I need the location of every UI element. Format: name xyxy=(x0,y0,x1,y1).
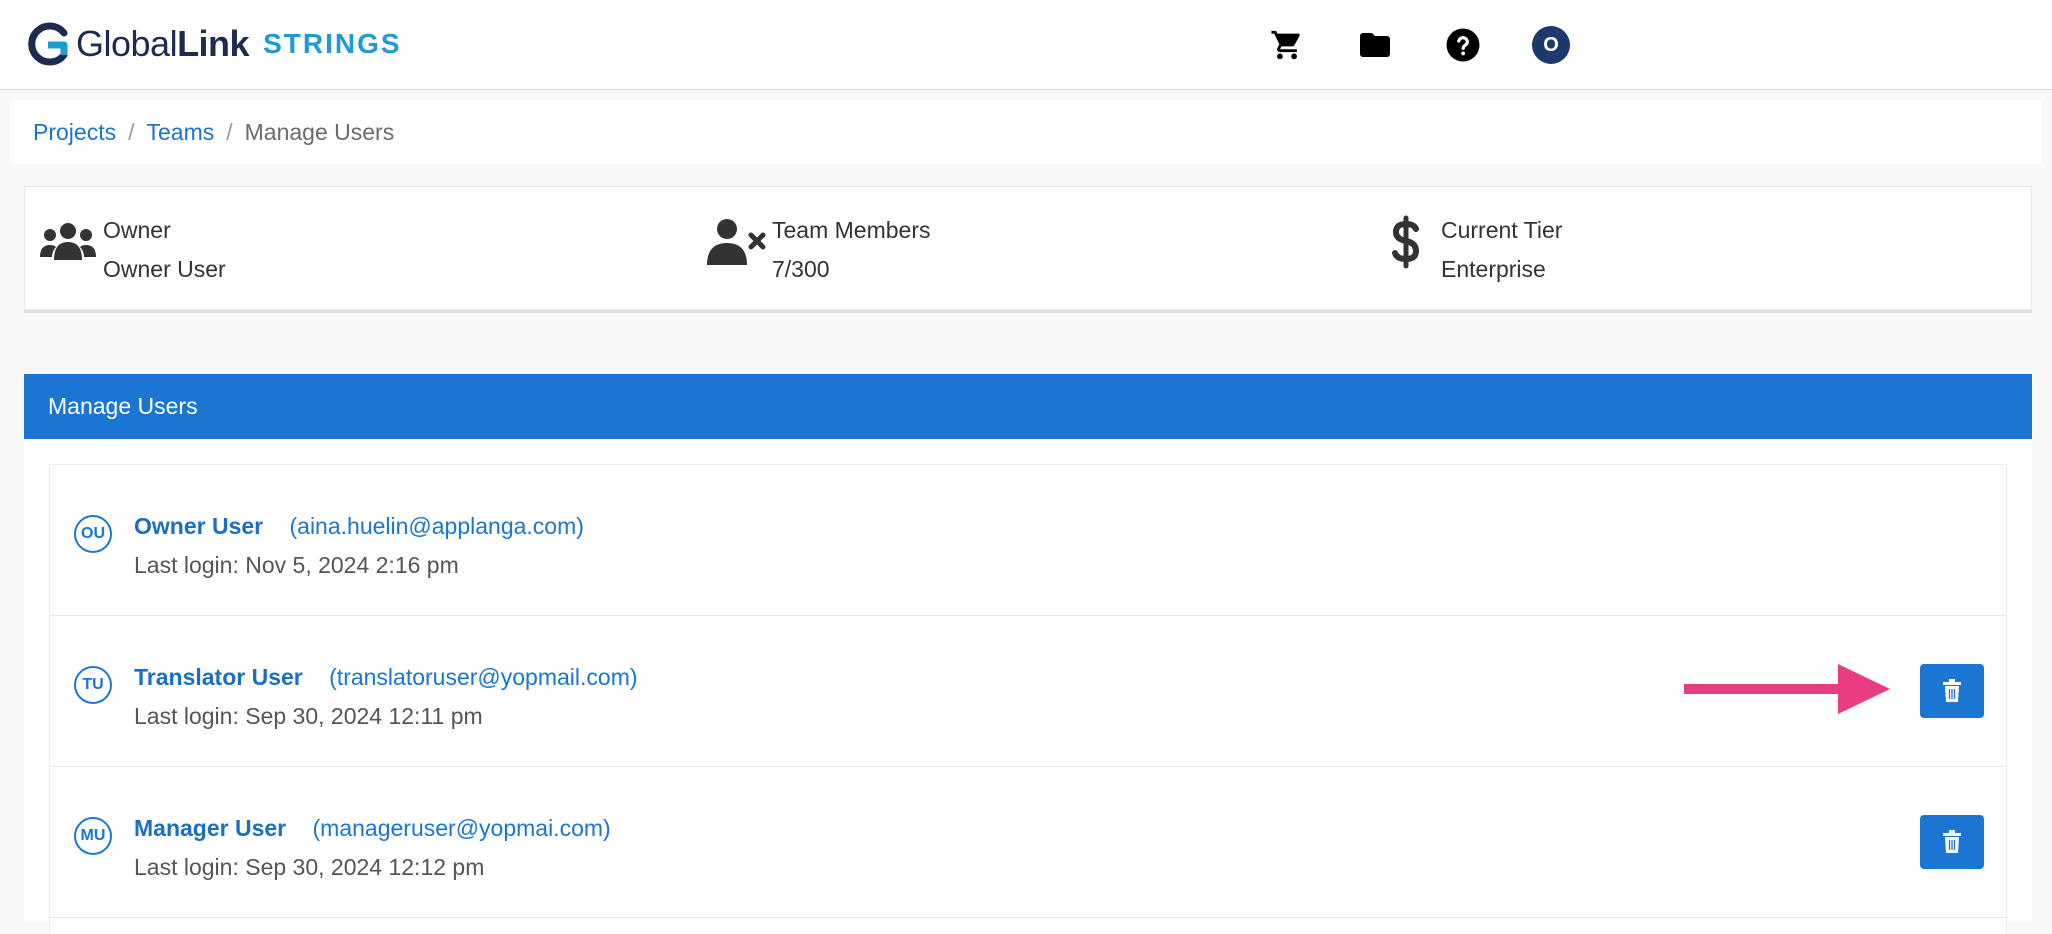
user-email: (aina.huelin@applanga.com) xyxy=(289,513,584,539)
breadcrumb-projects[interactable]: Projects xyxy=(33,119,116,146)
user-last-login: Last login: Sep 30, 2024 12:11 pm xyxy=(134,703,483,729)
owner-value: Owner User xyxy=(103,256,226,282)
team-members-value: 7/300 xyxy=(772,256,830,282)
team-info-bar: Owner Owner User Team Members 7/300 Curr… xyxy=(24,186,2032,310)
current-tier-info: Current Tier Enterprise xyxy=(1375,211,1562,289)
breadcrumb-separator: / xyxy=(226,118,233,145)
breadcrumb: Projects / Teams / Manage Users xyxy=(10,100,2042,164)
user-name: Owner User xyxy=(134,513,264,539)
user-name: Manager User xyxy=(134,815,287,841)
breadcrumb-current: Manage Users xyxy=(244,118,395,145)
delete-user-button[interactable] xyxy=(1920,664,1984,718)
user-name: Translator User xyxy=(134,664,303,690)
trash-icon xyxy=(1943,830,1961,853)
owner-info: Owner Owner User xyxy=(37,211,226,289)
dollar-icon xyxy=(1375,211,1437,273)
user-initials-avatar: TU xyxy=(74,666,112,704)
panel-title: Manage Users xyxy=(48,393,198,419)
current-tier-label: Current Tier xyxy=(1441,217,1563,243)
user-last-login: Last login: Sep 30, 2024 12:12 pm xyxy=(134,854,485,880)
cart-icon xyxy=(1271,30,1300,60)
cart-button[interactable] xyxy=(1264,22,1310,68)
user-initials-avatar: MU xyxy=(74,817,112,855)
user-email: (manageruser@yopmai.com) xyxy=(312,815,611,841)
user-remove-icon xyxy=(706,211,768,273)
user-row-owner: OU Owner User (aina.huelin@applanga.com)… xyxy=(50,465,2006,616)
folder-button[interactable] xyxy=(1352,22,1398,68)
annotation-arrow-icon xyxy=(1684,664,1890,714)
user-row-manager: MU Manager User (manageruser@yopmai.com)… xyxy=(50,767,2006,918)
current-tier-value: Enterprise xyxy=(1441,256,1546,282)
folder-icon xyxy=(1360,33,1390,57)
user-menu-button[interactable]: O xyxy=(1528,22,1574,68)
user-avatar: O xyxy=(1532,26,1570,64)
product-name: STRINGS xyxy=(263,28,402,59)
trash-icon xyxy=(1943,679,1961,702)
brand-name-bold: Link xyxy=(177,23,250,64)
globallink-logo-mark-icon xyxy=(28,22,68,66)
delete-user-button[interactable] xyxy=(1920,815,1984,869)
owner-label: Owner xyxy=(103,217,171,243)
breadcrumb-separator: / xyxy=(128,118,135,145)
globallink-logo[interactable]: GlobalLink STRINGS xyxy=(24,20,402,68)
users-icon xyxy=(37,211,99,273)
help-button[interactable] xyxy=(1440,22,1486,68)
manage-users-header: Manage Users xyxy=(24,374,2032,439)
top-navbar: GlobalLink STRINGS O xyxy=(0,0,2052,90)
user-last-login: Last login: Nov 5, 2024 2:16 pm xyxy=(134,552,459,578)
team-members-info: Team Members 7/300 xyxy=(706,211,930,289)
user-email: (translatoruser@yopmail.com) xyxy=(329,664,638,690)
team-members-label: Team Members xyxy=(772,217,931,243)
brand-name: GlobalLink xyxy=(76,23,250,65)
breadcrumb-teams[interactable]: Teams xyxy=(146,119,214,146)
help-icon xyxy=(1446,28,1480,62)
brand-name-light: Global xyxy=(76,23,178,64)
user-initials-avatar: OU xyxy=(74,515,112,553)
